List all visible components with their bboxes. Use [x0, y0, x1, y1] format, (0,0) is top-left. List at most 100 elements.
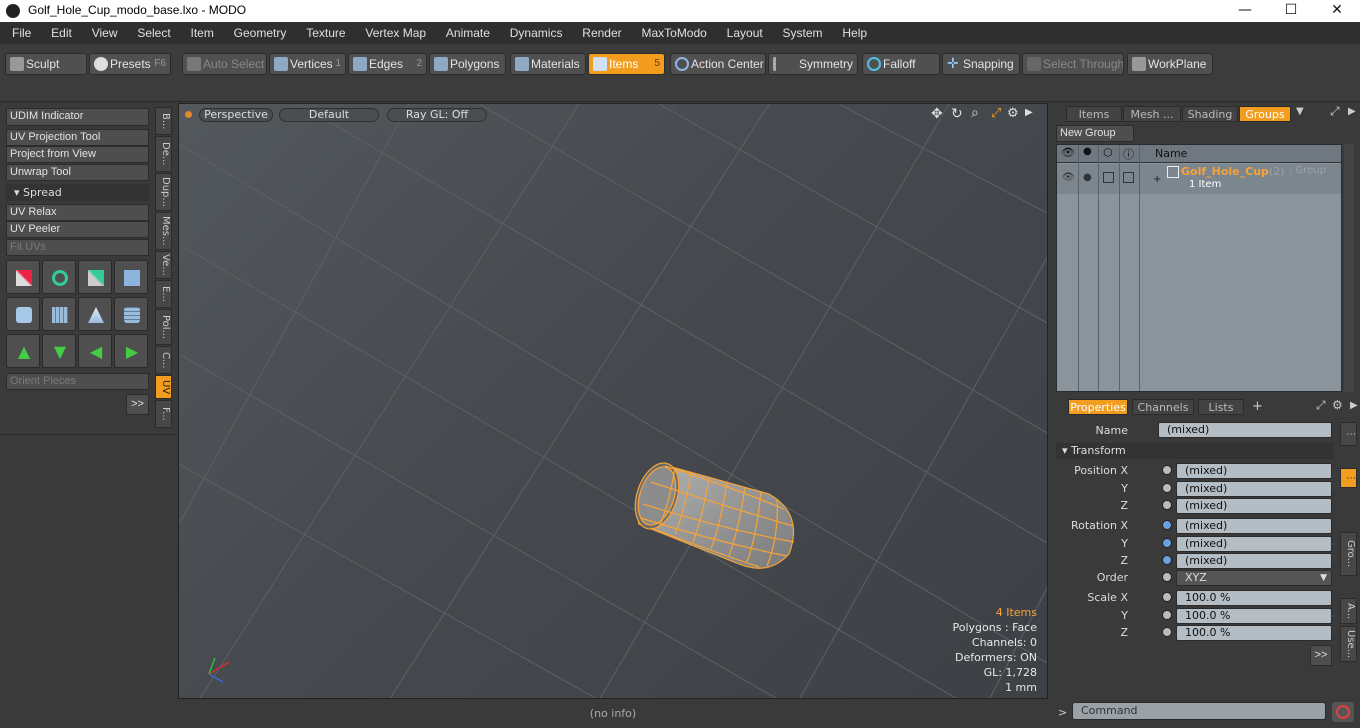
vtab-polygon[interactable]: Pol...	[155, 309, 172, 345]
auto-select-button[interactable]: Auto Select	[182, 53, 267, 75]
position-y-keyframe-dot[interactable]	[1162, 483, 1172, 493]
scrollbar[interactable]	[1344, 144, 1354, 392]
vtab-mesh[interactable]: Mes...	[155, 212, 172, 250]
unwrap-tool-button[interactable]: Unwrap Tool	[6, 164, 149, 181]
triangle-right-icon[interactable]: ▶	[1350, 400, 1358, 411]
uv-relax-button[interactable]: UV Relax	[6, 204, 149, 221]
perspective-view-button[interactable]: Perspective	[199, 108, 273, 122]
menu-item[interactable]: Item	[183, 22, 222, 44]
rotate-icon[interactable]: ↻	[951, 106, 963, 122]
add-tab-icon[interactable]: +	[1252, 399, 1263, 414]
cube-icon[interactable]: ⬡	[1103, 146, 1113, 159]
side-tab-assembly[interactable]: A...	[1340, 598, 1357, 624]
falloff-button[interactable]: Falloff	[862, 53, 940, 75]
action-center-button[interactable]: Action Center	[670, 53, 766, 75]
position-y-field[interactable]: (mixed)	[1176, 481, 1332, 497]
menu-select[interactable]: Select	[129, 22, 178, 44]
lock-icon[interactable]: ●	[1083, 146, 1092, 157]
vtab-basic[interactable]: B...	[155, 107, 172, 135]
eye-icon[interactable]: 👁	[1061, 146, 1075, 159]
menu-render[interactable]: Render	[574, 22, 629, 44]
name-field[interactable]: (mixed)	[1158, 422, 1332, 438]
properties-more-button[interactable]: >>	[1310, 645, 1332, 666]
gear-icon[interactable]: ⚙	[1332, 398, 1343, 412]
tab-mesh[interactable]: Mesh ...	[1123, 106, 1181, 122]
menu-maxtomodo[interactable]: MaxToModo	[633, 22, 714, 44]
tab-groups[interactable]: Groups	[1239, 106, 1291, 122]
expand-icon[interactable]: ⤢	[1316, 398, 1326, 413]
render-checkbox[interactable]	[1103, 172, 1114, 183]
sculpt-button[interactable]: Sculpt	[5, 53, 87, 75]
align-left-icon[interactable]: ◀	[78, 334, 112, 368]
menu-geometry[interactable]: Geometry	[226, 22, 295, 44]
menu-view[interactable]: View	[84, 22, 126, 44]
menu-animate[interactable]: Animate	[438, 22, 498, 44]
menu-vertex-map[interactable]: Vertex Map	[357, 22, 434, 44]
uv-transform-tool-icon[interactable]	[78, 260, 112, 294]
vtab-curve[interactable]: C...	[155, 346, 172, 374]
menu-layout[interactable]: Layout	[719, 22, 771, 44]
snapping-button[interactable]: ✛ Snapping	[942, 53, 1020, 75]
menu-texture[interactable]: Texture	[298, 22, 353, 44]
expand-plus-icon[interactable]: +	[1153, 174, 1161, 185]
vtab-deform[interactable]: De...	[155, 136, 172, 172]
tab-channels[interactable]: Channels	[1132, 399, 1194, 415]
chevron-down-icon[interactable]: ▼	[1296, 106, 1304, 117]
symmetry-button[interactable]: Symmetry	[768, 53, 858, 75]
vtab-uv[interactable]: UV	[155, 375, 172, 399]
uv-cylinder-icon[interactable]	[6, 297, 40, 331]
group-row[interactable]: 👁 ● + Golf_Hole_Cup (2) : Group 1 Item	[1057, 164, 1341, 194]
record-button[interactable]	[1332, 702, 1354, 722]
rotation-x-field[interactable]: (mixed)	[1176, 518, 1332, 534]
align-right-icon[interactable]: ▶	[114, 334, 148, 368]
gear-icon[interactable]: ⚙	[1007, 106, 1019, 121]
uv-rotate-tool-icon[interactable]	[42, 260, 76, 294]
command-input[interactable]: Command	[1072, 702, 1326, 720]
rotation-z-field[interactable]: (mixed)	[1176, 553, 1332, 569]
default-shading-button[interactable]: Default	[279, 108, 379, 122]
vtab-duplicate[interactable]: Dup...	[155, 173, 172, 211]
new-group-button[interactable]: New Group	[1056, 125, 1134, 142]
expand-icon[interactable]: ⤢	[1330, 104, 1340, 119]
position-z-field[interactable]: (mixed)	[1176, 498, 1332, 514]
menu-help[interactable]: Help	[834, 22, 875, 44]
position-z-keyframe-dot[interactable]	[1162, 500, 1172, 510]
rotation-y-field[interactable]: (mixed)	[1176, 536, 1332, 552]
uv-grid-icon[interactable]	[42, 297, 76, 331]
vtab-vertex[interactable]: Ve...	[155, 251, 172, 279]
tab-properties[interactable]: Properties	[1068, 399, 1128, 415]
uv-sphere-grid-icon[interactable]	[114, 297, 148, 331]
orient-pieces-button[interactable]: Orient Pieces	[6, 373, 149, 390]
uv-box-tool-icon[interactable]	[114, 260, 148, 294]
scale-y-keyframe-dot[interactable]	[1162, 610, 1172, 620]
order-keyframe-dot[interactable]	[1162, 572, 1172, 582]
menu-system[interactable]: System	[775, 22, 831, 44]
vtab-edge[interactable]: E...	[155, 280, 172, 308]
project-from-view-button[interactable]: Project from View	[6, 146, 149, 163]
fit-uvs-button[interactable]: Fit UVs	[6, 239, 149, 256]
pan-icon[interactable]: ✥	[931, 106, 943, 122]
position-x-keyframe-dot[interactable]	[1162, 465, 1172, 475]
items-button[interactable]: Items 5	[588, 53, 665, 75]
golf-hole-cup-mesh[interactable]	[629, 424, 829, 594]
triangle-right-icon[interactable]: ▶	[1025, 107, 1033, 118]
uv-move-tool-icon[interactable]	[6, 260, 40, 294]
rotation-x-keyframe-dot[interactable]	[1162, 520, 1172, 530]
expand-more-button[interactable]: >>	[126, 394, 149, 415]
minimize-button[interactable]: —	[1222, 0, 1268, 22]
polygons-button[interactable]: Polygons	[429, 53, 506, 75]
rotation-z-keyframe-dot[interactable]	[1162, 555, 1172, 565]
scale-z-keyframe-dot[interactable]	[1162, 627, 1172, 637]
position-x-field[interactable]: (mixed)	[1176, 463, 1332, 479]
scale-z-field[interactable]: 100.0 %	[1176, 625, 1332, 641]
scale-x-field[interactable]: 100.0 %	[1176, 590, 1332, 606]
uv-peeler-button[interactable]: UV Peeler	[6, 221, 149, 238]
side-tab-groups[interactable]: Gro...	[1340, 532, 1357, 576]
select-through-button[interactable]: Select Through	[1022, 53, 1124, 75]
materials-button[interactable]: Materials	[510, 53, 586, 75]
triangle-right-icon[interactable]: ▶	[1348, 106, 1356, 117]
3d-viewport[interactable]: Perspective Default Ray GL: Off ✥ ↻ ⌕ ⤢ …	[178, 103, 1048, 699]
tab-shading[interactable]: Shading	[1182, 106, 1238, 122]
select-checkbox[interactable]	[1123, 172, 1134, 183]
align-down-icon[interactable]: ▼	[42, 334, 76, 368]
